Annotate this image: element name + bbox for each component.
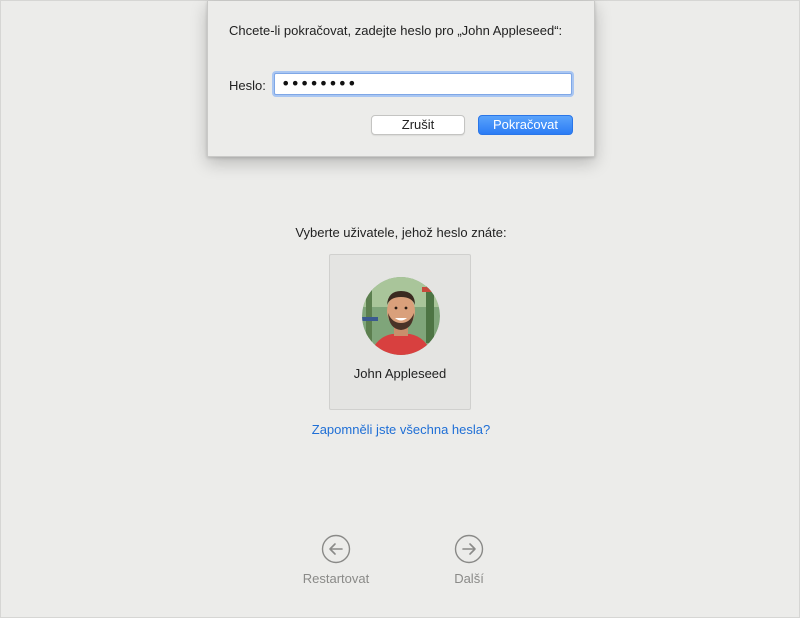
arrow-right-circle-icon (454, 534, 484, 564)
arrow-left-circle-icon (321, 534, 351, 564)
next-button[interactable]: Další (419, 534, 519, 586)
screen: Chcete-li pokračovat, zadejte heslo pro … (0, 0, 800, 618)
password-dialog: Chcete-li pokračovat, zadejte heslo pro … (207, 1, 595, 157)
user-card[interactable]: John Appleseed (329, 254, 471, 410)
user-name: John Appleseed (353, 366, 447, 381)
next-label: Další (454, 571, 484, 586)
select-user-prompt: Vyberte uživatele, jehož heslo znáte: (295, 225, 507, 240)
avatar (362, 277, 440, 355)
forgot-passwords-link[interactable]: Zapomněli jste všechna hesla? (1, 422, 800, 437)
dialog-message: Chcete-li pokračovat, zadejte heslo pro … (229, 23, 563, 38)
restart-label: Restartovat (302, 571, 370, 586)
cancel-button[interactable]: Zrušit (371, 115, 465, 135)
password-label: Heslo: (229, 78, 266, 93)
continue-button[interactable]: Pokračovat (478, 115, 573, 135)
password-field[interactable]: •••••••• (274, 73, 572, 95)
user-photo-icon (362, 277, 440, 355)
restart-button[interactable]: Restartovat (286, 534, 386, 586)
